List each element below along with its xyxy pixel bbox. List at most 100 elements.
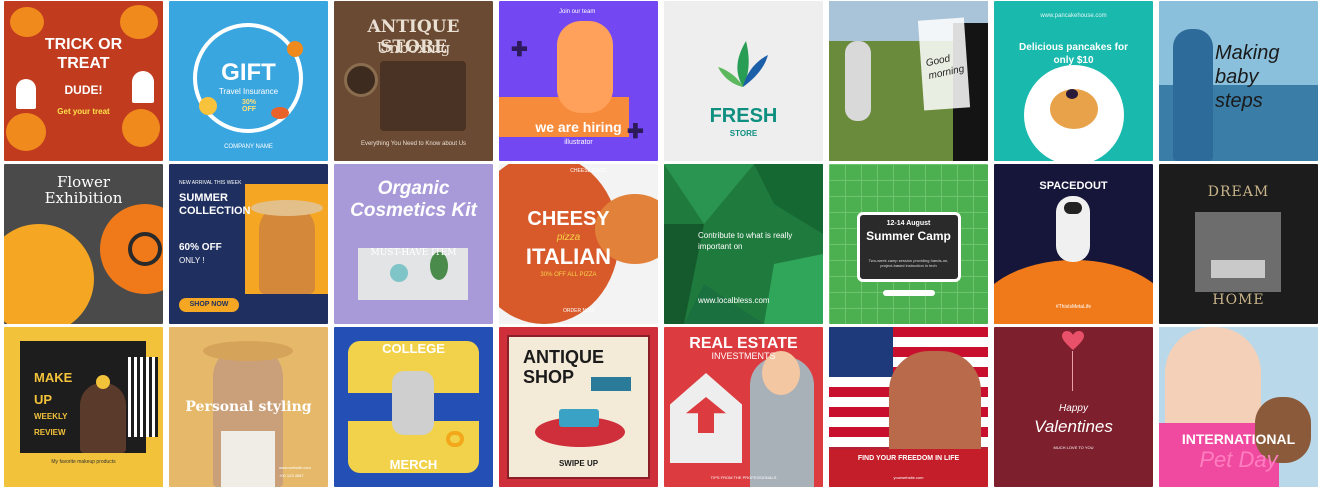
- berry-icon: [1066, 89, 1078, 99]
- typewriter-image: [380, 61, 466, 131]
- plus-icon: ✚: [511, 39, 528, 61]
- woman-hat-figure: [259, 204, 315, 294]
- tile-title: Contribute to what is really important o…: [698, 231, 793, 251]
- tile-cta: Get your treat: [57, 107, 110, 116]
- typewriter-icon: [559, 409, 599, 427]
- template-card-makeup-weekly-review[interactable]: MAKE UP WEEKLY REVIEW My favorite makeup…: [4, 327, 163, 487]
- pumpkin-icon: [6, 113, 46, 151]
- tile-title: Organic Cosmetics Kit: [350, 178, 477, 221]
- tile-title: MAKE UP: [34, 370, 73, 407]
- template-card-real-estate[interactable]: REAL ESTATE INVESTMENTS TIPS FROM THE PR…: [664, 327, 823, 487]
- tile-subtitle: Unboxing: [376, 39, 451, 57]
- tile-mid-text: pizza: [556, 232, 581, 243]
- order-now-label: ORDER NOW: [563, 308, 595, 314]
- tile-subtitle: ONLY !: [179, 256, 205, 265]
- tile-top-text: Join our team: [559, 9, 596, 15]
- tile-title-2: HOME: [1212, 292, 1265, 308]
- template-card-flower-exhibition[interactable]: Flower Exhibition: [4, 164, 163, 324]
- illustrator-figure: [557, 21, 613, 113]
- tile-title: GIFT: [221, 59, 276, 86]
- tile-footer: yourwebsite.com: [893, 475, 924, 480]
- discount-label: 30% OFF: [241, 99, 256, 113]
- template-card-fresh-store[interactable]: FRESH STORE: [664, 1, 823, 161]
- balloon-string: [1072, 351, 1073, 391]
- tile-top-text: NEW ARRIVAL THIS WEEK: [179, 180, 242, 186]
- template-card-trick-or-treat[interactable]: TRICK OR TREAT DUDE! Get your treat: [4, 1, 163, 161]
- template-card-summer-camp[interactable]: 12-14 August Summer Camp Two-week camp s…: [829, 164, 988, 324]
- pumpkin-icon: [120, 5, 158, 39]
- template-card-dream-home[interactable]: DREAM HOME: [1159, 164, 1318, 324]
- model-figure: [80, 383, 126, 453]
- template-card-international-pet-day[interactable]: INTERNATIONAL Pet Day: [1159, 327, 1318, 487]
- top-garment: [221, 431, 275, 487]
- tile-footer: TIPS FROM THE PROFESSIONALS: [710, 475, 777, 480]
- template-card-gift-travel-insurance[interactable]: GIFT Travel Insurance 30% OFF COMPANY NA…: [169, 1, 328, 161]
- template-gallery-grid: TRICK OR TREAT DUDE! Get your treat GIFT…: [4, 1, 1318, 487]
- couple-figure: [889, 351, 981, 461]
- tile-title: Summer Camp: [866, 229, 951, 243]
- template-card-we-are-hiring[interactable]: ✚ ✚ Join our team we are hiring illustra…: [499, 1, 658, 161]
- tile-subtitle: illustrator: [564, 139, 593, 146]
- template-card-cheesy-pizza[interactable]: CHEESE FOOD CHEESY pizza ITALIAN 30% OFF…: [499, 164, 658, 324]
- astronaut-visor: [1064, 202, 1082, 214]
- template-card-summer-collection[interactable]: NEW ARRIVAL THIS WEEK SUMMER COLLECTION …: [169, 164, 328, 324]
- room-image: [1195, 212, 1281, 292]
- tile-subtitle: MUCH LOVE TO YOU: [1053, 445, 1094, 450]
- template-card-making-baby-steps[interactable]: Making baby steps: [1159, 1, 1318, 161]
- tile-subtitle: STORE: [729, 129, 758, 138]
- tile-title-2: MERCH: [389, 457, 438, 472]
- tile-title-2: Valentines: [1034, 417, 1113, 436]
- backpack-image: [392, 371, 434, 435]
- tile-url: www.pancakehouse.com: [1040, 13, 1107, 19]
- tile-subtitle: Two-week camp session providing hands-on…: [868, 258, 949, 268]
- tile-title: COLLEGE: [382, 341, 445, 356]
- hat-shape: [203, 341, 293, 361]
- tile-top-text: CHEESE FOOD: [570, 168, 607, 174]
- tile-title: we are hiring: [535, 119, 622, 135]
- headphones-icon: [446, 431, 464, 447]
- tile-title: CHEESY: [527, 208, 610, 230]
- template-card-freedom-in-life[interactable]: FIND YOUR FREEDOM IN LIFE yourwebsite.co…: [829, 327, 988, 487]
- person-figure: [845, 41, 871, 121]
- tile-title: SPACEDOUT: [1039, 180, 1108, 192]
- template-card-antique-store[interactable]: ANTIQUE STORE Unboxing Everything You Ne…: [334, 1, 493, 161]
- woman-figure: [1173, 29, 1213, 161]
- tile-subtitle: INVESTMENTS: [711, 351, 776, 361]
- leaf-logo-icon: [716, 35, 770, 89]
- planet-shape: [994, 260, 1153, 324]
- event-date: 12-14 August: [886, 220, 931, 227]
- tile-title: FIND YOUR FREEDOM IN LIFE: [857, 455, 960, 462]
- tile-title: Delicious pancakes for only $10: [1019, 42, 1128, 66]
- tile-subtitle: Travel Insurance: [218, 87, 279, 96]
- template-card-personal-styling[interactable]: Personal styling www.website.com +00 123…: [169, 327, 328, 487]
- template-card-happy-valentines[interactable]: Happy Valentines MUCH LOVE TO YOU: [994, 327, 1153, 487]
- tile-title: INTERNATIONAL: [1181, 431, 1296, 447]
- template-card-localbless[interactable]: Contribute to what is really important o…: [664, 164, 823, 324]
- hashtag-label: #ThisIsMetaLife: [1055, 304, 1092, 310]
- stripe-pattern: [128, 357, 158, 437]
- heart-balloon-icon: [1062, 331, 1084, 351]
- template-card-antique-shop[interactable]: ANTIQUE SHOP SWIPE UP: [499, 327, 658, 487]
- template-card-good-morning[interactable]: Good morning: [829, 1, 988, 161]
- clock-image: [344, 63, 378, 97]
- template-card-college-merch[interactable]: COLLEGE MERCH: [334, 327, 493, 487]
- template-card-pancakes[interactable]: www.pancakehouse.com Delicious pancakes …: [994, 1, 1153, 161]
- template-card-spacedout[interactable]: SPACEDOUT #ThisIsMetaLife: [994, 164, 1153, 324]
- discount-label: 30% OFF ALL PIZZA: [540, 272, 597, 278]
- shop-now-button: SHOP NOW: [179, 298, 239, 312]
- template-card-organic-cosmetics[interactable]: Organic Cosmetics Kit MUST-HAVE ITEM: [334, 164, 493, 324]
- planet-icon: [271, 107, 289, 119]
- discount-label: 60% OFF: [179, 242, 222, 253]
- tile-phone: +00 123 4567: [279, 473, 304, 478]
- tile-title: DREAM: [1207, 184, 1270, 200]
- planet-icon: [287, 41, 303, 57]
- bed-image: [1211, 260, 1265, 278]
- monitor-stand: [883, 290, 935, 296]
- tile-title: Flower Exhibition: [44, 173, 123, 207]
- tile-title: FRESH: [709, 105, 778, 127]
- tile-title-2: Pet Day: [1199, 447, 1278, 472]
- tile-subtitle: WEEKLY REVIEW: [34, 412, 68, 437]
- tile-title: ANTIQUE SHOP: [523, 347, 604, 387]
- tile-title: Personal styling: [185, 399, 312, 415]
- flower-shape: [4, 224, 94, 324]
